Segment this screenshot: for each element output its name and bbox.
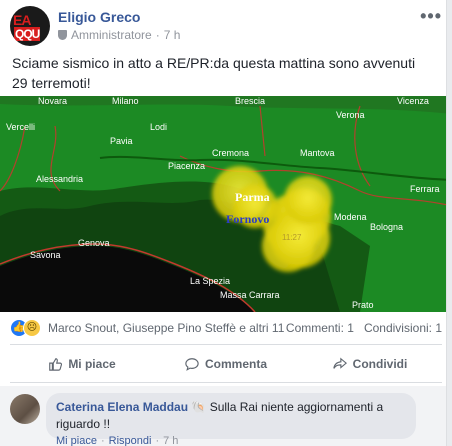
shell-emoji-icon: 🐚 [191,400,207,414]
label-novara: Novara [38,96,67,106]
label-alessandria: Alessandria [36,174,83,184]
comment-label: Commenta [204,357,267,371]
label-fornovo: Fornovo [226,212,269,226]
share-icon [332,357,347,369]
comment-time[interactable]: 7 h [163,435,178,446]
label-milano: Milano [112,96,139,106]
reaction-icons[interactable]: 👍 ☹ [10,319,46,337]
seismic-map: Novara Milano Brescia Vicenza Vercelli L… [0,96,446,312]
post-header: EA QQU Eligio Greco Amministratore · 7 h… [10,6,442,46]
post-meta: Amministratore · 7 h [58,28,180,42]
post-time[interactable]: 7 h [164,28,181,42]
post-image-map[interactable]: Novara Milano Brescia Vicenza Vercelli L… [0,96,446,312]
engagement-counts: Commenti: 1 Condivisioni: 1 [286,321,442,335]
label-modena: Modena [334,212,367,222]
label-genova: Genova [78,238,110,248]
label-pavia: Pavia [110,136,133,146]
page-avatar[interactable]: EA QQU [10,6,50,46]
label-lodi: Lodi [150,122,167,132]
post-card: EA QQU Eligio Greco Amministratore · 7 h… [0,0,447,446]
label-mantova: Mantova [300,148,335,158]
commenter-avatar[interactable] [10,394,40,424]
comments-count[interactable]: Commenti: 1 [286,321,354,335]
label-vicenza: Vicenza [397,96,429,106]
divider [10,382,442,383]
avatar-logo-top: EA [13,12,31,28]
label-piacenza: Piacenza [168,161,205,171]
comment-bubble: Caterina Elena Maddau 🐚 Sulla Rai niente… [46,393,416,439]
comment-like-link[interactable]: Mi piace [56,435,97,446]
comment-actions: Mi piace · Rispondi · 7 h [56,435,178,446]
comment-icon [185,358,199,371]
label-bologna: Bologna [370,222,403,232]
label-brescia: Brescia [235,96,265,106]
label-vercelli: Vercelli [6,122,35,132]
commenter-name[interactable]: Caterina Elena Maddau [56,400,188,414]
label-massa-carrara: Massa Carrara [220,290,280,300]
admin-shield-icon [58,30,67,40]
quake-time-mark: 11:27 [282,233,302,242]
comment-button[interactable]: Commenta [154,348,298,380]
author-name[interactable]: Eligio Greco [58,9,140,25]
post-actions: Mi piace Commenta Condividi [10,348,442,380]
thumbs-up-icon [49,358,63,371]
label-parma: Parma [235,190,270,204]
label-prato: Prato [352,300,374,310]
label-verona: Verona [336,110,365,120]
shares-count[interactable]: Condivisioni: 1 [364,321,442,335]
divider [10,344,442,345]
like-button[interactable]: Mi piace [10,348,154,380]
avatar-logo-bottom: QQU [14,27,40,41]
label-cremona: Cremona [212,148,249,158]
comments-section: Caterina Elena Maddau 🐚 Sulla Rai niente… [0,386,446,446]
share-button[interactable]: Condividi [298,348,442,380]
like-label: Mi piace [68,357,116,371]
label-ferrara: Ferrara [410,184,440,194]
engagement-bar: 👍 ☹ Marco Snout, Giuseppe Pino Steffè e … [10,318,442,338]
meta-separator: · [155,28,160,42]
post-text: Sciame sismico in atto a RE/PR:da questa… [12,55,416,91]
label-la-spezia: La Spezia [190,276,230,286]
comment-reply-link[interactable]: Rispondi [109,435,152,446]
comment-dot: · [100,435,105,446]
share-label: Condividi [352,357,408,371]
reactors-list[interactable]: Marco Snout, Giuseppe Pino Steffè e altr… [48,321,284,335]
author-role: Amministratore [71,28,152,42]
label-savona: Savona [30,250,61,260]
more-options-icon[interactable]: ••• [420,6,442,27]
comment-dot: · [155,435,160,446]
sad-reaction-icon: ☹ [23,319,41,337]
